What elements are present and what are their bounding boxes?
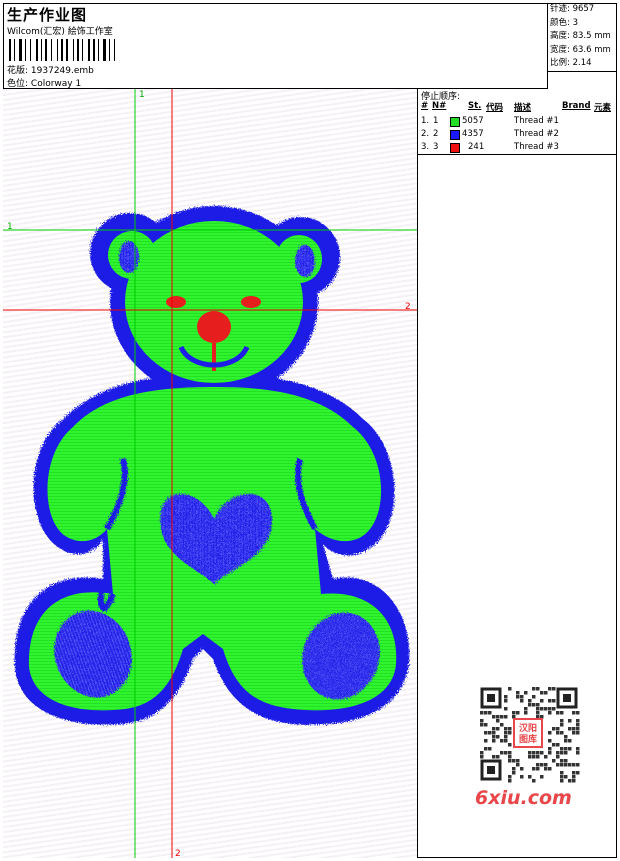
col-code: 代码 xyxy=(486,103,504,113)
header-panel: 生产作业图 Wilcom(汇宏) 絵饰工作室 花版: 1937249.emb 色… xyxy=(3,3,548,89)
stats-panel: 针迹: 9657 颜色: 3 高度: 83.5 mm 宽度: 63.6 mm 比… xyxy=(548,3,617,72)
stat-colors: 颜色: 3 xyxy=(550,17,578,28)
colorway-label: 色位: xyxy=(7,79,29,89)
colorway-value: Colorway 1 xyxy=(30,79,82,89)
table-row[interactable]: 2. 2 4357 Thread #2 xyxy=(418,128,617,141)
design-label: 花版: xyxy=(7,66,29,76)
table-row[interactable]: 1. 1 5057 Thread #1 xyxy=(418,115,617,128)
col-description: 描述 xyxy=(514,103,532,113)
stat-height: 高度: 83.5 mm xyxy=(550,31,611,41)
color-swatch xyxy=(450,117,460,127)
stat-width: 宽度: 63.6 mm xyxy=(550,44,611,55)
divider xyxy=(418,154,617,155)
guide-red-h-label: 2 xyxy=(405,302,411,312)
col-stop: St. xyxy=(468,101,482,111)
stat-scale: 比例: 2.14 xyxy=(550,58,592,68)
colorway: 色位: Colorway 1 xyxy=(7,76,81,89)
embroidery-preview: 1 1 2 2 xyxy=(3,89,417,858)
qr-center-text-1: 汉阳 xyxy=(519,722,537,734)
design-file: 花版: 1937249.emb xyxy=(7,63,94,76)
col-brand: Brand xyxy=(562,101,591,111)
qr-center-text-2: 图库 xyxy=(519,733,537,745)
company-name: Wilcom(汇宏) 絵饰工作室 xyxy=(7,27,113,37)
design-value: 1937249.emb xyxy=(30,66,94,76)
table-row[interactable]: 3. 3 241 Thread #3 xyxy=(418,141,617,154)
col-needle: N# xyxy=(432,101,447,111)
qr-code: 汉阳 图库 xyxy=(472,683,582,785)
barcode xyxy=(9,39,141,61)
stat-stitches: 针迹: 9657 xyxy=(550,4,595,14)
guide-green-h-label: 1 xyxy=(7,222,13,232)
watermark-site: 6xiu.com xyxy=(475,787,572,809)
guide-red-v-label: 2 xyxy=(175,849,181,858)
page-title: 生产作业图 xyxy=(7,6,88,24)
design-canvas[interactable]: 1 1 2 2 xyxy=(3,89,418,858)
stop-sequence-header: # N# St. 代码 描述 Brand 元素 xyxy=(418,101,617,113)
col-index: # xyxy=(421,101,429,111)
guide-green-v-label: 1 xyxy=(139,90,145,100)
color-swatch xyxy=(450,130,460,140)
col-element: 元素 xyxy=(594,103,612,113)
color-swatch xyxy=(450,143,460,153)
